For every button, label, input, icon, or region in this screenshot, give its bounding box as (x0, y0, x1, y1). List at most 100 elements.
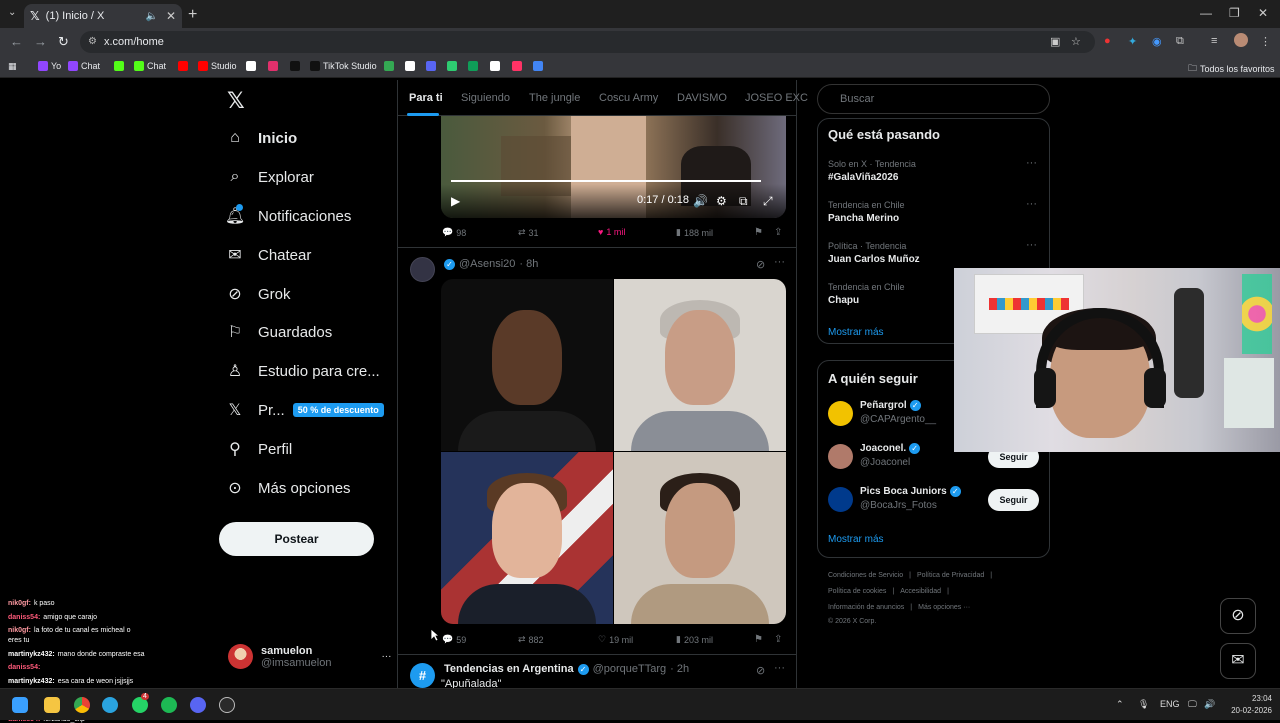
start-icon[interactable] (12, 697, 28, 713)
browser-tab[interactable]: 𝕏 (1) Inicio / X 🔈 ✕ (24, 4, 182, 28)
cast-icon[interactable]: ▣ (1050, 35, 1060, 48)
bookmark-item[interactable] (290, 61, 300, 71)
nav-item-perfil[interactable]: ⚲ Perfil (226, 434, 292, 464)
follow-button[interactable]: Seguir (988, 489, 1039, 511)
tab-search-icon[interactable]: ⌄ (8, 7, 16, 18)
follow-name[interactable]: Peñargrol (860, 400, 907, 411)
nav-item-inicio[interactable]: ⌂ Inicio (226, 123, 297, 153)
post-handle[interactable]: @Asensi20 (459, 258, 515, 270)
footer-link[interactable]: Condiciones de Servicio (828, 572, 903, 579)
bookmark-icon[interactable]: ⚑ (754, 634, 763, 645)
nav-item-explorar[interactable]: ⌕ Explorar (226, 162, 314, 192)
minimize-icon[interactable]: — (1200, 6, 1212, 20)
bookmark-item[interactable] (426, 61, 436, 71)
bookmark-item[interactable]: TikTok Studio (310, 61, 377, 71)
pip-icon[interactable]: ⧉ (739, 194, 748, 209)
video-progress-bar[interactable] (451, 180, 761, 182)
views-button[interactable]: ▮ 203 mil (676, 634, 713, 645)
grok-icon[interactable]: ⊘ (756, 664, 765, 677)
avatar[interactable] (410, 257, 435, 282)
bookmark-item[interactable]: Chat (68, 61, 100, 71)
trend-more-icon[interactable]: ··· (1026, 198, 1037, 210)
nav-item-guardados[interactable]: ⚐ Guardados (226, 317, 332, 347)
show-more-link[interactable]: Mostrar más (828, 327, 884, 338)
post-handle[interactable]: @porqueTTarg (593, 663, 667, 675)
post-image-grid[interactable] (441, 279, 786, 624)
tab-audio-icon[interactable]: 🔈 (145, 11, 157, 22)
play-icon[interactable]: ▶ (451, 194, 460, 208)
feed-tab[interactable]: Coscu Army (599, 92, 658, 104)
repost-button[interactable]: ⇄ 31 (518, 227, 539, 238)
avatar[interactable] (828, 401, 853, 426)
grid-image-3[interactable] (441, 452, 613, 624)
tab-close-icon[interactable]: ✕ (166, 9, 176, 23)
bookmark-item[interactable]: Chat (134, 61, 166, 71)
bookmark-item[interactable] (268, 61, 278, 71)
trend-more-icon[interactable]: ··· (1026, 157, 1037, 169)
site-info-icon[interactable]: ⚙ (88, 36, 97, 47)
nav-item-notificaciones[interactable]: 🔔︎ Notificaciones (225, 201, 351, 231)
tray-chevron-icon[interactable]: ⌃ (1116, 699, 1124, 710)
bookmark-item[interactable] (447, 61, 457, 71)
repost-button[interactable]: ⇄ 882 (518, 634, 544, 645)
follow-name[interactable]: Pics Boca Juniors (860, 486, 947, 497)
grid-image-4[interactable] (614, 452, 786, 624)
menu-dots-icon[interactable]: ⋮ (1260, 35, 1271, 48)
account-switcher[interactable]: samuelon @imsamuelon ··· (228, 644, 391, 669)
nav-item-chatear[interactable]: ✉ Chatear (226, 240, 311, 270)
post-more-icon[interactable]: ··· (774, 256, 785, 268)
video-settings-icon[interactable]: ⚙ (716, 194, 727, 208)
extensions-icon[interactable]: ⧉ (1176, 35, 1184, 48)
taskbar-clock[interactable]: 23:04 20-02-2026 (1222, 693, 1272, 717)
video-player[interactable]: ▶ 0:17 / 0:18 🔊 ⚙ ⧉ ⤢ (441, 116, 786, 218)
nav-item-más-opciones[interactable]: ⊙ Más opciones (226, 473, 350, 503)
bookmark-item[interactable] (468, 61, 478, 71)
feed-tab[interactable]: Para ti (409, 92, 443, 104)
new-tab-button[interactable]: + (188, 6, 197, 24)
bookmark-item[interactable] (384, 61, 394, 71)
bookmark-item[interactable] (512, 61, 522, 71)
avatar[interactable] (828, 487, 853, 512)
chrome-icon[interactable] (74, 697, 90, 713)
volume-icon[interactable]: 🔊 (693, 194, 708, 208)
x-logo-icon[interactable]: 𝕏 (227, 88, 245, 114)
like-button[interactable]: ♥ 1 mil (598, 227, 625, 237)
extension-ai-icon[interactable]: ✦ (1128, 35, 1137, 48)
telegram-icon[interactable] (102, 697, 118, 713)
bookmark-item[interactable]: Studio (198, 61, 237, 71)
post-author-name[interactable]: Tendencias en Argentina (444, 663, 574, 675)
restore-icon[interactable]: ❐ (1229, 6, 1240, 20)
post-button[interactable]: Postear (219, 522, 374, 556)
nav-item-estudio-para-cre[interactable]: ♙ Estudio para cre... (226, 356, 380, 386)
share-icon[interactable]: ⇪ (774, 227, 782, 238)
hashtag-avatar-icon[interactable]: # (410, 663, 435, 688)
footer-link[interactable]: Política de cookies (828, 588, 886, 595)
network-icon[interactable]: 🖵 (1188, 699, 1197, 710)
show-more-link[interactable]: Mostrar más (828, 534, 884, 545)
grok-icon[interactable]: ⊘ (756, 258, 765, 271)
window-close-icon[interactable]: ✕ (1258, 6, 1268, 20)
profile-avatar-icon[interactable] (1234, 33, 1248, 47)
extension-audio-icon[interactable]: ◉ (1152, 35, 1162, 48)
fullscreen-icon[interactable]: ⤢ (763, 194, 773, 209)
obs-icon[interactable] (219, 697, 235, 713)
bookmark-item[interactable]: Yo (38, 61, 61, 71)
post-time[interactable]: · 8h (519, 258, 538, 270)
footer-link[interactable]: Política de Privacidad (917, 572, 984, 579)
feed-tab[interactable]: DAVISMO (677, 92, 727, 104)
grok-fab-icon[interactable]: ⊘ (1220, 598, 1256, 634)
bookmark-item[interactable] (114, 61, 124, 71)
account-more-icon[interactable]: ··· (381, 651, 391, 662)
messages-fab-icon[interactable]: ✉ (1220, 643, 1256, 679)
share-icon[interactable]: ⇪ (774, 634, 782, 645)
bookmark-item[interactable] (246, 61, 256, 71)
url-field[interactable]: x.com/home (80, 31, 1095, 53)
feed-tab[interactable]: The jungle (529, 92, 580, 104)
search-input[interactable]: Buscar (817, 84, 1050, 114)
trend-more-icon[interactable]: ··· (1026, 239, 1037, 251)
nav-item-grok[interactable]: ⊘ Grok (226, 279, 290, 309)
grid-image-2[interactable] (614, 279, 786, 451)
star-icon[interactable]: ☆ (1071, 35, 1081, 48)
file-explorer-icon[interactable] (44, 697, 60, 713)
spotify-icon[interactable] (161, 697, 177, 713)
